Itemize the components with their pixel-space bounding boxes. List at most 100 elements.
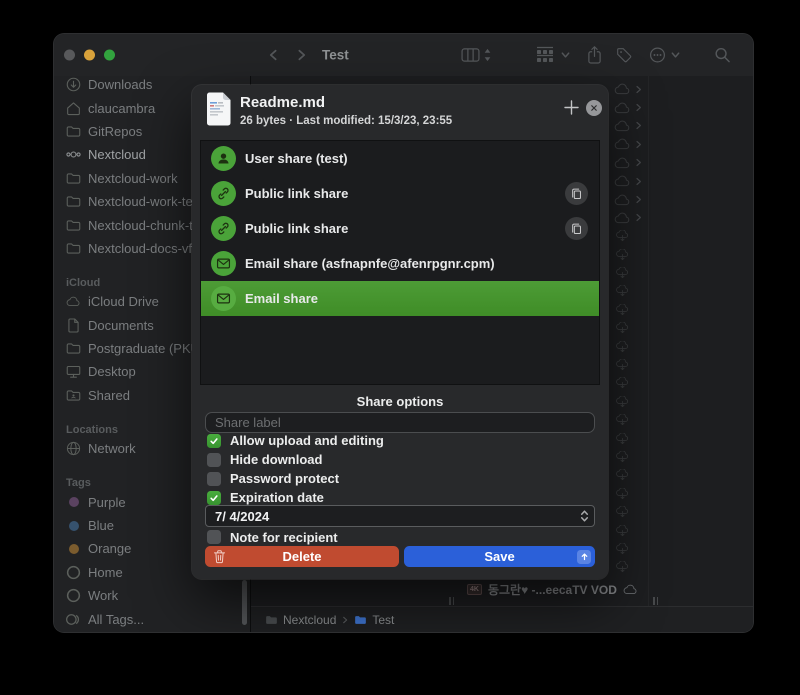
more-actions-icon[interactable]: [649, 47, 666, 64]
breadcrumb-root[interactable]: Nextcloud: [283, 613, 336, 627]
globe-icon: [66, 441, 81, 456]
file-row[interactable]: 4K 동그란♥ -...eecaTV VOD: [467, 581, 638, 598]
file-status-row: [614, 466, 643, 484]
cloud-download-icon: [614, 359, 631, 371]
breadcrumb-current[interactable]: Test: [372, 613, 394, 627]
group-chevron-icon[interactable]: [560, 50, 571, 61]
cloud-download-icon: [614, 230, 631, 242]
toolbar: Test: [54, 34, 753, 77]
share-label-input[interactable]: [205, 412, 595, 433]
link-icon: [216, 221, 231, 236]
save-button-label: Save: [484, 549, 514, 564]
sidebar-scrollbar[interactable]: [242, 580, 247, 625]
cloud-download-icon: [614, 543, 631, 555]
checkbox[interactable]: [207, 491, 221, 505]
file-status-row: [614, 337, 643, 355]
search-icon[interactable]: [714, 47, 731, 64]
file-status-row: [614, 319, 643, 337]
file-status-row: [614, 540, 643, 558]
cloud-icon: [614, 212, 631, 224]
sidebar-item-work[interactable]: Work: [54, 584, 250, 607]
note-checkbox[interactable]: [207, 530, 221, 544]
arrow-up-icon: [580, 552, 589, 561]
folder-icon: [66, 341, 81, 356]
copy-link-button[interactable]: [565, 182, 588, 205]
share-row-mail[interactable]: Email share (asfnapnfe@afenrpgnr.cpm): [201, 246, 599, 281]
checkbox[interactable]: [207, 472, 221, 486]
cloud-icon: [66, 294, 81, 309]
file-status-row: [614, 448, 643, 466]
cloud-download-icon: [614, 561, 631, 573]
sidebar-item-label: Orange: [88, 541, 131, 556]
delete-button[interactable]: Delete: [205, 546, 399, 567]
cloud-download-icon: [614, 341, 631, 353]
cloud-download-icon: [614, 525, 631, 537]
share-row-label: Public link share: [245, 221, 348, 236]
sidebar-item-all-tags[interactable]: All Tags...: [54, 607, 250, 630]
sidebar-item-label: Shared: [88, 388, 130, 403]
folder-icon: [265, 615, 278, 625]
back-icon[interactable]: [267, 49, 280, 62]
video-badge: 4K: [467, 584, 482, 595]
column-resize-handle[interactable]: [653, 597, 658, 605]
cloud-download-icon: [614, 322, 631, 334]
column-resize-handle[interactable]: [449, 597, 454, 605]
cloud-download-icon: [614, 488, 631, 500]
copy-link-button[interactable]: [565, 217, 588, 240]
chevron-right-icon: [634, 158, 643, 167]
check-icon: [209, 436, 219, 446]
share-type-circle: [211, 286, 236, 311]
file-status-row: [614, 411, 643, 429]
chevron-right-icon: [634, 195, 643, 204]
tag-icon[interactable]: [616, 47, 632, 63]
desktop-icon: [66, 364, 81, 379]
home-icon: [66, 101, 81, 116]
window-title: Test: [322, 48, 349, 63]
zoom-window-button[interactable]: [104, 50, 115, 61]
share-icon[interactable]: [587, 46, 602, 65]
cloud-download-icon: [614, 414, 631, 426]
copy-icon: [570, 222, 583, 235]
cloud-download-icon: [614, 433, 631, 445]
column-view-icon[interactable]: [461, 48, 480, 63]
copy-icon: [570, 187, 583, 200]
cloud-download-icon: [614, 267, 631, 279]
forward-icon[interactable]: [295, 49, 308, 62]
close-dialog-button[interactable]: [586, 100, 602, 116]
cloud-download-icon: [614, 304, 631, 316]
close-icon: [590, 104, 598, 112]
group-by-icon[interactable]: [535, 47, 555, 64]
sidebar-item-label: Documents: [88, 318, 154, 333]
cloud-download-icon: [614, 396, 631, 408]
cloud-icon: [614, 120, 631, 132]
add-share-button[interactable]: [563, 99, 580, 116]
close-window-button[interactable]: [64, 50, 75, 61]
checkbox[interactable]: [207, 453, 221, 467]
link-icon: [216, 186, 231, 201]
date-stepper-icon[interactable]: [579, 508, 590, 524]
trash-icon: [213, 549, 226, 564]
more-chevron-icon[interactable]: [670, 50, 681, 61]
view-stepper-icon[interactable]: [483, 48, 492, 63]
checkbox[interactable]: [207, 434, 221, 448]
save-button[interactable]: Save: [404, 546, 595, 567]
file-status-row: [614, 429, 643, 447]
chevron-right-icon: [634, 85, 643, 94]
share-row-link[interactable]: Public link share: [201, 176, 599, 211]
markdown-file-icon: [205, 92, 232, 126]
share-row-label: Public link share: [245, 186, 348, 201]
sidebar-item-label: iCloud Drive: [88, 294, 159, 309]
expiration-date-field[interactable]: 7/ 4/2024: [205, 505, 595, 527]
nextcloud-icon: [66, 147, 81, 162]
minimize-window-button[interactable]: [84, 50, 95, 61]
chevron-right-icon: [634, 103, 643, 112]
share-row-link[interactable]: Public link share: [201, 211, 599, 246]
share-row-person[interactable]: User share (test): [201, 141, 599, 176]
file-name: 동그란♥ -...eecaTV VOD: [488, 581, 617, 598]
folder-icon: [66, 124, 81, 139]
share-row-mail[interactable]: Email share: [201, 281, 599, 316]
cloud-icon: [614, 83, 631, 95]
person-icon: [216, 151, 231, 166]
sidebar-item-label: Nextcloud-docs-vfs-: [88, 241, 203, 256]
sidebar-item-label: Nextcloud-work-test: [88, 194, 203, 209]
